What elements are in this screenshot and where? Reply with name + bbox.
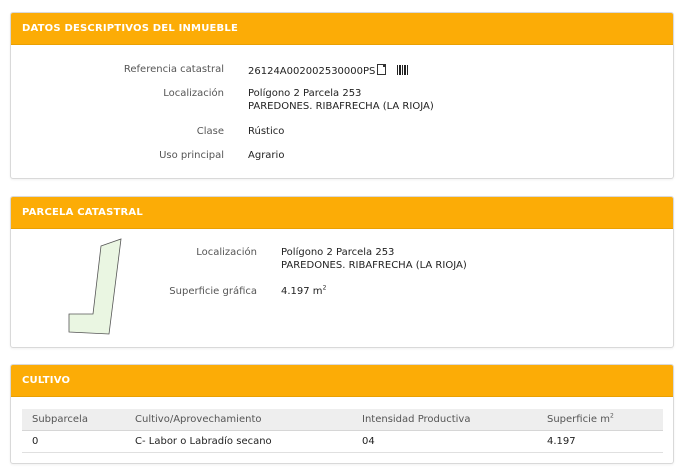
referencia-catastral-label: Referencia catastral (123, 64, 224, 75)
referencia-catastral-text: 26124A002002530000PS (248, 66, 376, 77)
localizacion-line1: Polígono 2 Parcela 253 (248, 88, 362, 99)
localizacion-label: Localización (163, 88, 224, 99)
cultivo-table-header-row: Subparcela Cultivo/Aprovechamiento Inten… (22, 409, 663, 431)
col-cultivo: Cultivo/Aprovechamiento (125, 409, 352, 431)
cell-cultivo: C- Labor o Labradío secano (125, 430, 352, 453)
localizacion-line2: PAREDONES. RIBAFRECHA (LA RIOJA) (248, 101, 434, 112)
superficie-grafica-value: 4.197 m2 (281, 284, 327, 298)
clase-value: Rústico (248, 126, 285, 137)
cell-subparcela: 0 (22, 430, 125, 453)
uso-principal-label: Uso principal (159, 150, 224, 161)
uso-principal-value: Agrario (248, 150, 285, 161)
parcela-localizacion-label: Localización (196, 247, 257, 258)
superficie-grafica-number: 4.197 m (281, 286, 323, 297)
cultivo-table: Subparcela Cultivo/Aprovechamiento Inten… (22, 409, 663, 453)
datos-descriptivos-header: DATOS DESCRIPTIVOS DEL INMUEBLE (11, 13, 673, 45)
table-row: 0 C- Labor o Labradío secano 04 4.197 (22, 430, 663, 453)
col-intensidad: Intensidad Productiva (352, 409, 537, 431)
parcela-catastral-panel: PARCELA CATASTRAL Localización Polígono … (10, 196, 674, 348)
parcela-localizacion-line2: PAREDONES. RIBAFRECHA (LA RIOJA) (281, 260, 467, 271)
col-superficie-text: Superficie m (547, 414, 610, 425)
cultivo-panel: CULTIVO Subparcela Cultivo/Aprovechamien… (10, 364, 674, 464)
barcode-icon[interactable] (397, 65, 409, 75)
referencia-catastral-value: 26124A002002530000PS (248, 64, 409, 78)
clase-label: Clase (196, 126, 224, 137)
cell-intensidad: 04 (352, 430, 537, 453)
parcela-localizacion-line1: Polígono 2 Parcela 253 (281, 247, 395, 258)
col-superficie-exponent: 2 (609, 412, 614, 420)
col-superficie: Superficie m2 (537, 409, 663, 431)
datos-descriptivos-panel: DATOS DESCRIPTIVOS DEL INMUEBLE Referenc… (10, 12, 674, 179)
document-icon[interactable] (377, 64, 387, 75)
superficie-grafica-exponent: 2 (322, 284, 327, 292)
cultivo-header: CULTIVO (11, 365, 673, 397)
parcela-catastral-header: PARCELA CATASTRAL (11, 197, 673, 229)
cell-superficie: 4.197 (537, 430, 663, 453)
superficie-grafica-label: Superficie gráfica (169, 286, 257, 297)
col-subparcela: Subparcela (22, 409, 125, 431)
